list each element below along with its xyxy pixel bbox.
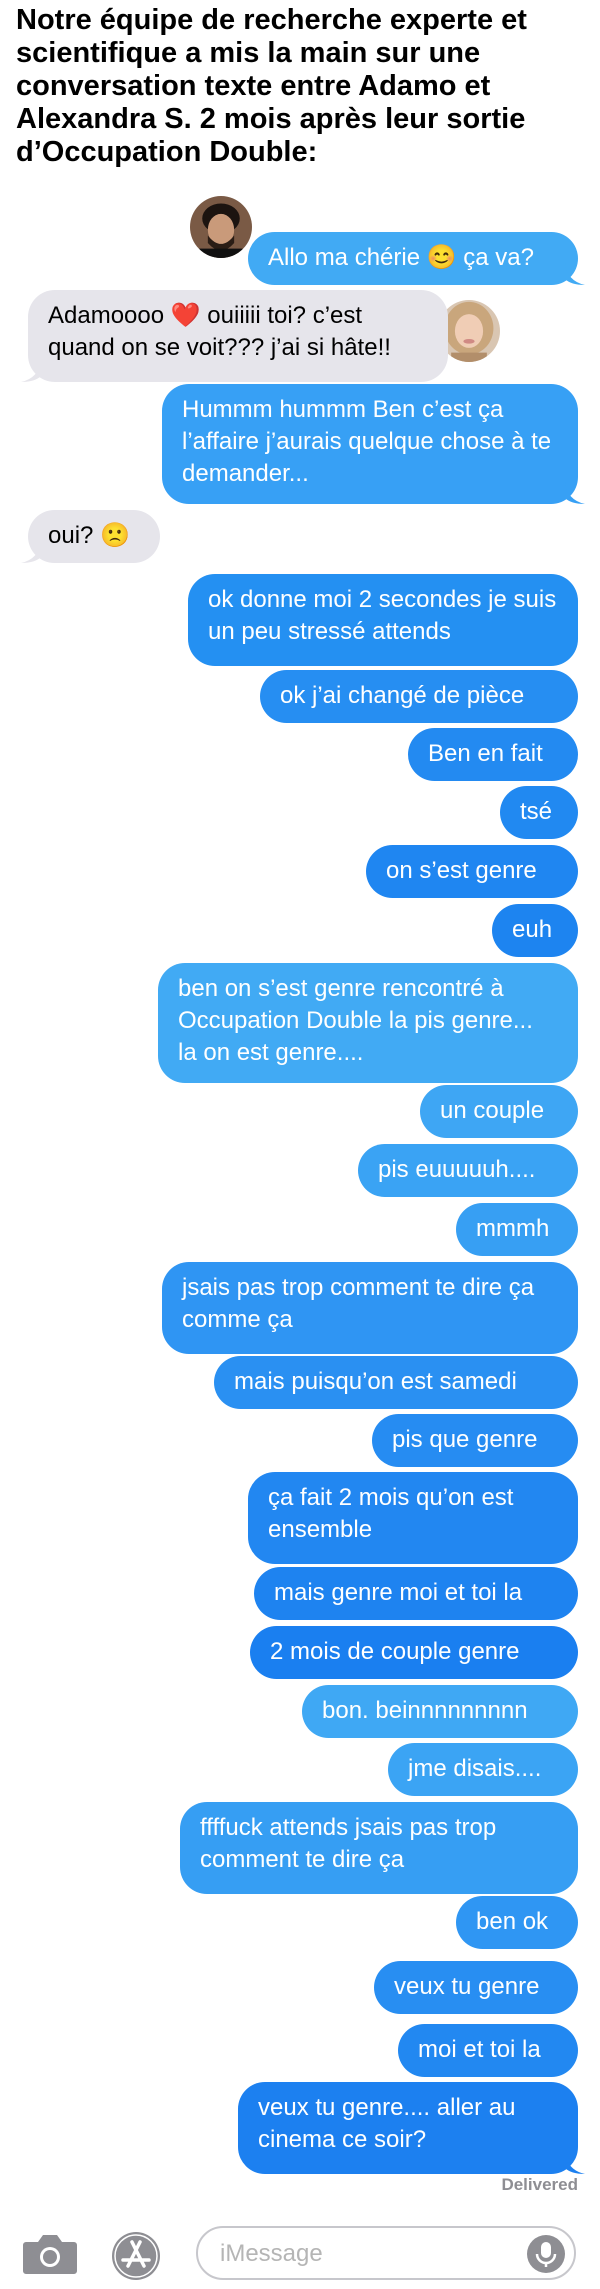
message-text: bon. beinnnnnnnnn bbox=[322, 1697, 528, 1724]
received-message-bubble[interactable]: oui? 🙁 bbox=[21, 510, 160, 563]
sent-message-bubble[interactable]: ça fait 2 mois qu’on est ensemble bbox=[248, 1472, 578, 1564]
bubble-tail bbox=[21, 541, 41, 563]
message-composer: iMessage bbox=[0, 2218, 600, 2289]
caption: Notre équipe de recherche experte et sci… bbox=[16, 4, 527, 168]
sent-message-bubble[interactable]: ben on s’est genre rencontré à Occupatio… bbox=[158, 963, 578, 1083]
message-text: ok donne moi 2 secondes je suis un peu s… bbox=[208, 586, 557, 645]
bubble-tail bbox=[565, 2152, 585, 2174]
sent-message-bubble[interactable]: mmmh bbox=[456, 1203, 578, 1256]
sent-message-bubble[interactable]: jme disais.... bbox=[388, 1743, 578, 1796]
message-text: ben ok bbox=[476, 1908, 549, 1935]
received-message-bubble[interactable]: Adamoooo ❤️ ouiiiii toi? c’est quand on … bbox=[21, 290, 448, 382]
message-text: Ben en fait bbox=[428, 740, 543, 767]
message-text: ok j’ai changé de pièce bbox=[280, 682, 525, 709]
sent-message-bubble[interactable]: Allo ma chérie 😊 ça va? bbox=[248, 232, 585, 285]
imessage-input[interactable]: iMessage bbox=[196, 2226, 576, 2280]
message-text: veux tu genre bbox=[394, 1973, 540, 2000]
message-text: ben on s’est genre rencontré à Occupatio… bbox=[178, 975, 533, 1066]
sent-message-bubble[interactable]: tsé bbox=[500, 786, 578, 839]
sent-message-bubble[interactable]: 2 mois de couple genre bbox=[250, 1626, 578, 1679]
message-text: jme disais.... bbox=[408, 1755, 542, 1782]
sent-message-bubble[interactable]: pis euuuuuh.... bbox=[358, 1144, 578, 1197]
message-text: pis que genre bbox=[392, 1426, 538, 1453]
sent-message-bubble[interactable]: pis que genre bbox=[372, 1414, 578, 1467]
message-text: Adamoooo ❤️ ouiiiii toi? c’est quand on … bbox=[48, 302, 391, 361]
message-text: 2 mois de couple genre bbox=[270, 1638, 520, 1665]
sent-message-bubble[interactable]: mais genre moi et toi la bbox=[254, 1567, 578, 1620]
microphone-icon[interactable] bbox=[526, 2234, 566, 2274]
bubble-tail bbox=[565, 482, 585, 504]
sent-message-bubble[interactable]: bon. beinnnnnnnnn bbox=[302, 1685, 578, 1738]
sent-message-bubble[interactable]: moi et toi la bbox=[398, 2024, 578, 2077]
sent-message-bubble[interactable]: on s’est genre bbox=[366, 845, 578, 898]
message-text: mmmh bbox=[476, 1215, 550, 1242]
adamo-avatar bbox=[188, 194, 254, 260]
app-store-icon[interactable] bbox=[110, 2230, 162, 2282]
message-text: tsé bbox=[520, 798, 553, 825]
sent-message-bubble[interactable]: Ben en fait bbox=[408, 728, 578, 781]
bubble-tail bbox=[565, 263, 585, 285]
message-text: on s’est genre bbox=[386, 857, 537, 884]
message-text: jsais pas trop comment te dire ça comme … bbox=[182, 1274, 535, 1333]
sent-message-bubble[interactable]: veux tu genre bbox=[374, 1961, 578, 2014]
sent-message-bubble[interactable]: ok j’ai changé de pièce bbox=[260, 670, 578, 723]
delivered-status: Delivered bbox=[501, 2175, 578, 2194]
message-text: veux tu genre.... aller au cinema ce soi… bbox=[258, 2094, 516, 2153]
message-text: Allo ma chérie 😊 ça va? bbox=[268, 244, 534, 271]
sent-message-bubble[interactable]: ffffuck attends jsais pas trop comment t… bbox=[180, 1802, 578, 1894]
sent-message-bubble[interactable]: jsais pas trop comment te dire ça comme … bbox=[162, 1262, 578, 1354]
sent-message-bubble[interactable]: euh bbox=[492, 904, 578, 957]
message-text: mais puisqu’on est samedi bbox=[234, 1368, 517, 1395]
message-text: Hummm hummm Ben c’est ça l’affaire j’aur… bbox=[182, 396, 552, 487]
sent-message-bubble[interactable]: ben ok bbox=[456, 1896, 578, 1949]
message-text: un couple bbox=[440, 1097, 545, 1124]
sent-message-bubble[interactable]: un couple bbox=[420, 1085, 578, 1138]
sent-message-bubble[interactable]: ok donne moi 2 secondes je suis un peu s… bbox=[188, 574, 578, 666]
sent-message-bubble[interactable]: mais puisqu’on est samedi bbox=[214, 1356, 578, 1409]
sent-message-bubble[interactable]: Hummm hummm Ben c’est ça l’affaire j’aur… bbox=[162, 384, 585, 504]
bubble-tail bbox=[21, 360, 41, 382]
sent-message-bubble[interactable]: veux tu genre.... aller au cinema ce soi… bbox=[238, 2082, 585, 2174]
message-text: pis euuuuuh.... bbox=[378, 1156, 536, 1183]
message-text: moi et toi la bbox=[418, 2036, 541, 2063]
camera-icon[interactable] bbox=[22, 2230, 78, 2276]
message-text: oui? 🙁 bbox=[48, 522, 130, 549]
message-text: mais genre moi et toi la bbox=[274, 1579, 523, 1606]
message-text: ffffuck attends jsais pas trop comment t… bbox=[200, 1814, 497, 1873]
message-text: euh bbox=[512, 916, 553, 943]
message-text: ça fait 2 mois qu’on est ensemble bbox=[268, 1484, 514, 1543]
